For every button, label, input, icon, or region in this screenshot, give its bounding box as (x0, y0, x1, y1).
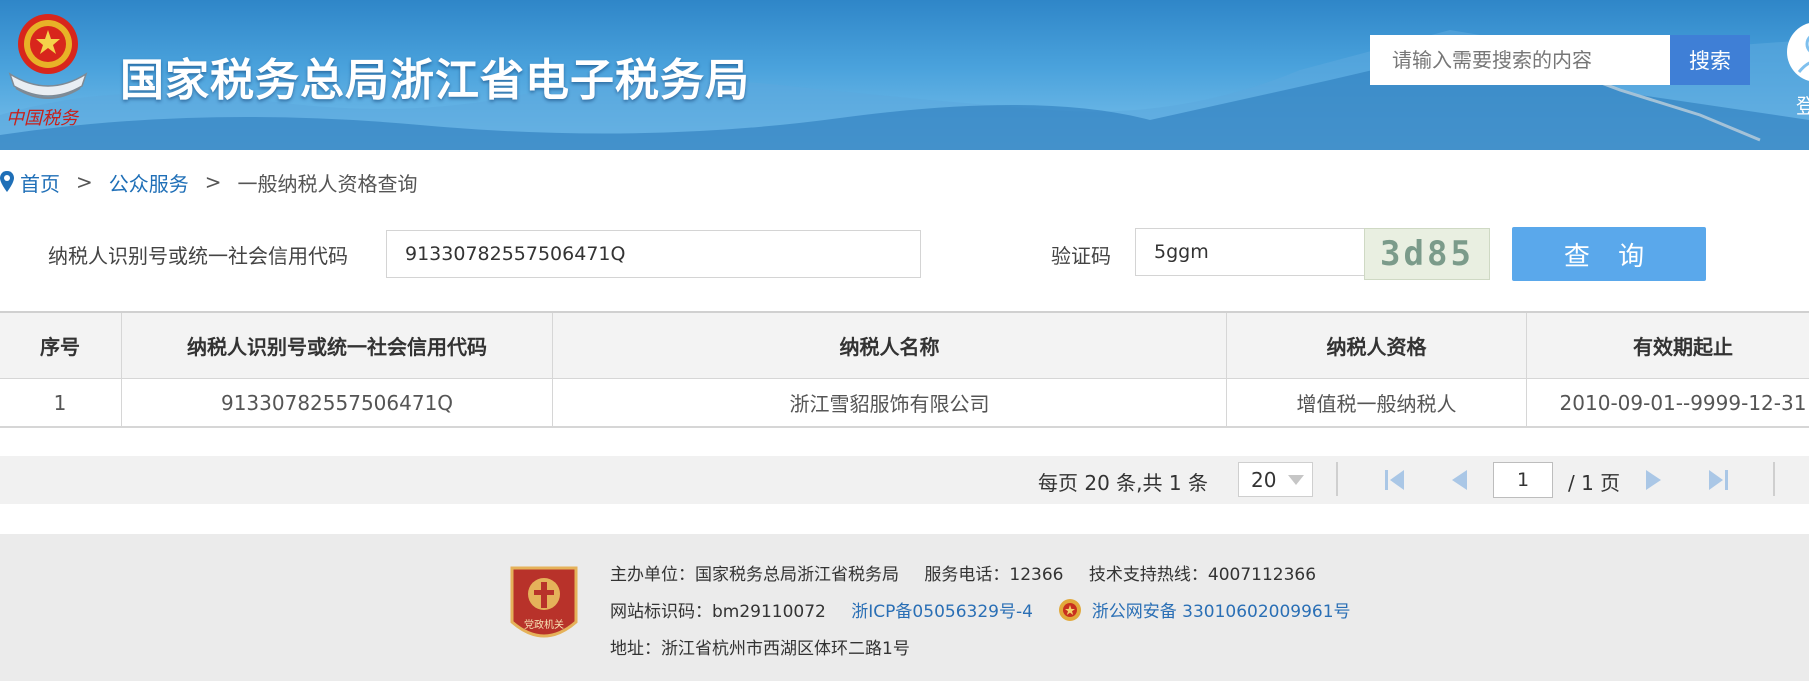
pagination-summary: 每页 20 条,共 1 条 (1038, 471, 1208, 495)
taxid-label: 纳税人识别号或统一社会信用代码 (48, 244, 348, 268)
last-page-icon[interactable] (1705, 467, 1731, 493)
first-page-icon[interactable] (1382, 467, 1408, 493)
police-badge-icon (1059, 599, 1082, 621)
pagination-bar: 每页 20 条,共 1 条 20 / 1 页 (0, 456, 1809, 504)
footer-site-id: 网站标识码：bm29110072 (610, 602, 826, 622)
footer-support-hotline: 技术支持热线：4007112366 (1088, 565, 1317, 585)
column-header-name: 纳税人名称 (552, 311, 1227, 379)
footer-police-record-link[interactable]: 浙公网安备 33010602009961号 (1092, 602, 1351, 622)
pager-divider (1336, 462, 1338, 496)
breadcrumb-separator: > (76, 170, 93, 194)
cell-validity: 2010-09-01--9999-12-31 (1526, 378, 1809, 428)
page-size-value: 20 (1251, 467, 1277, 492)
dropdown-caret-icon (1288, 475, 1304, 485)
breadcrumb-current: 一般纳税人资格查询 (237, 171, 418, 196)
footer-service-phone: 服务电话：12366 (924, 565, 1064, 585)
footer-sponsor: 主办单位：国家税务总局浙江省税务局 (610, 565, 899, 585)
breadcrumb-separator: > (204, 170, 222, 194)
column-header-qualification: 纳税人资格 (1226, 311, 1527, 379)
login-label[interactable]: 登 (1796, 90, 1809, 119)
footer-line-2: 网站标识码：bm29110072 浙ICP备05056329号-4 浙公网安备 … (610, 597, 1351, 622)
badge-text: 党政机关 (524, 618, 564, 631)
cell-taxid: 91330782557506471Q (121, 378, 553, 428)
page-size-select[interactable]: 20 (1238, 462, 1313, 497)
search-button[interactable]: 搜索 (1670, 35, 1750, 85)
footer-address: 地址：浙江省杭州市西湖区体环二路1号 (610, 639, 910, 659)
current-page-input[interactable] (1493, 462, 1553, 498)
cell-qualification: 增值税一般纳税人 (1226, 378, 1527, 428)
captcha-input[interactable] (1135, 228, 1367, 276)
site-footer: 党政机关 主办单位：国家税务总局浙江省税务局 服务电话：12366 技术支持热线… (0, 534, 1809, 681)
total-pages: / 1 页 (1568, 471, 1621, 495)
captcha-image-text: 3d85 (1380, 234, 1474, 274)
pager-divider (1773, 462, 1775, 496)
site-header: 中国税务 国家税务总局浙江省电子税务局 搜索 登 (0, 0, 1809, 150)
column-header-validity: 有效期起止 (1526, 311, 1809, 379)
location-pin-icon (0, 171, 14, 192)
taxid-input[interactable] (386, 230, 921, 278)
breadcrumb-home[interactable]: 首页 (20, 168, 60, 197)
footer-icp-link[interactable]: 浙ICP备05056329号-4 (851, 602, 1033, 622)
captcha-image[interactable]: 3d85 (1364, 228, 1490, 280)
next-page-icon[interactable] (1640, 467, 1666, 493)
breadcrumb-public-service[interactable]: 公众服务 (109, 168, 189, 197)
cell-name: 浙江雪貂服饰有限公司 (552, 378, 1227, 428)
table-row: 1 91330782557506471Q 浙江雪貂服饰有限公司 增值税一般纳税人… (0, 378, 1809, 428)
search-input[interactable] (1370, 35, 1670, 85)
user-avatar-icon[interactable] (1785, 14, 1809, 94)
query-button[interactable]: 查 询 (1512, 227, 1706, 281)
party-badge-icon[interactable]: 党政机关 (508, 562, 580, 650)
cell-index: 1 (0, 378, 122, 428)
column-header-index: 序号 (0, 311, 122, 379)
emblem-caption: 中国税务 (6, 108, 78, 129)
column-header-taxid: 纳税人识别号或统一社会信用代码 (121, 311, 553, 379)
footer-line-1: 主办单位：国家税务总局浙江省税务局 服务电话：12366 技术支持热线：4007… (610, 560, 1316, 585)
prev-page-icon[interactable] (1447, 467, 1473, 493)
breadcrumb: 首页 > 公众服务 > 一般纳税人资格查询 (0, 168, 418, 196)
site-title: 国家税务总局浙江省电子税务局 (120, 55, 750, 106)
results-table: 序号 纳税人识别号或统一社会信用代码 纳税人名称 纳税人资格 有效期起止 1 9… (0, 311, 1809, 428)
captcha-label: 验证码 (1051, 244, 1111, 268)
table-header-row: 序号 纳税人识别号或统一社会信用代码 纳税人名称 纳税人资格 有效期起止 (0, 311, 1809, 379)
